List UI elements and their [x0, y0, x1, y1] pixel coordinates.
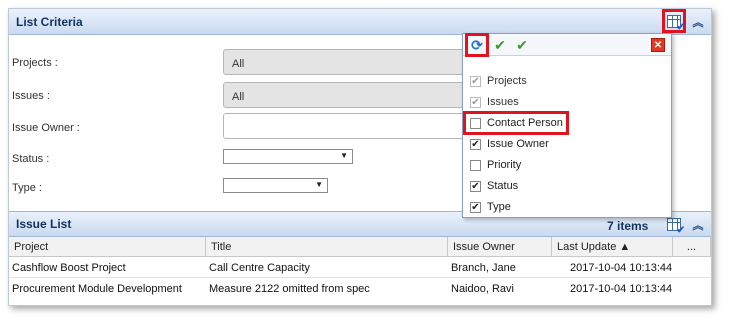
row-divider: [9, 277, 711, 278]
option-type[interactable]: ✔ Type: [470, 198, 511, 216]
grid-check-icon: [667, 217, 685, 236]
checkbox-priority[interactable]: [470, 159, 481, 171]
row2-title[interactable]: Measure 2122 omitted from spec: [206, 279, 370, 298]
grid-check-icon: [667, 14, 685, 33]
column-header-title[interactable]: Title: [206, 237, 448, 257]
collapse-icon[interactable]: ︽: [689, 13, 707, 31]
row2-owner[interactable]: Naidoo, Ravi: [448, 279, 514, 298]
issues-label: Issues :: [12, 90, 50, 102]
option-priority[interactable]: Priority: [470, 156, 521, 174]
issues-field[interactable]: All: [223, 82, 473, 108]
row1-project[interactable]: Cashflow Boost Project: [9, 258, 126, 277]
option-issues: ✔ Issues: [470, 96, 519, 108]
projects-field[interactable]: All: [223, 49, 473, 75]
issue-owner-field[interactable]: [223, 113, 473, 139]
issue-owner-label: Issue Owner :: [12, 122, 80, 134]
item-count: 7 items: [607, 219, 649, 233]
checkbox-projects: ✔: [470, 75, 481, 87]
check-all-icon[interactable]: ✔: [513, 36, 531, 54]
status-label: Status :: [12, 153, 50, 165]
column-chooser-popup: ⟳ ✔ ✔ ✕ ✔ Projects ✔ Issues Contact Pers…: [462, 33, 672, 218]
chevron-down-icon: ▼: [340, 151, 348, 160]
check-icon[interactable]: ✔: [491, 36, 509, 54]
row1-updated[interactable]: 2017-10-04 10:13:44: [567, 258, 672, 277]
checkbox-issues: ✔: [470, 96, 481, 108]
row1-title[interactable]: Call Centre Capacity: [206, 258, 310, 277]
checkbox-status[interactable]: ✔: [470, 180, 481, 192]
row2-updated[interactable]: 2017-10-04 10:13:44: [567, 279, 672, 298]
row2-project[interactable]: Procurement Module Development: [9, 279, 182, 298]
status-select[interactable]: ▼: [223, 149, 353, 164]
close-icon[interactable]: ✕: [651, 38, 665, 52]
option-issue-owner[interactable]: ✔ Issue Owner: [470, 135, 549, 153]
checkbox-type[interactable]: ✔: [470, 201, 481, 213]
list-criteria-header: List Criteria ︽: [9, 9, 711, 35]
checkbox-issue-owner[interactable]: ✔: [470, 138, 481, 150]
projects-label: Projects :: [12, 57, 58, 69]
type-label: Type :: [12, 182, 42, 194]
refresh-icon[interactable]: ⟳: [465, 33, 489, 57]
option-contact-person[interactable]: Contact Person: [463, 111, 569, 135]
column-menu-button[interactable]: ...: [673, 237, 711, 257]
option-projects: ✔ Projects: [470, 75, 527, 87]
checkbox-contact-person[interactable]: [470, 117, 481, 129]
popup-toolbar: ⟳ ✔ ✔ ✕: [463, 33, 671, 57]
collapse-icon[interactable]: ︽: [689, 216, 707, 234]
column-header-project[interactable]: Project: [9, 237, 206, 257]
window-frame: List Criteria ︽ Projects : All Issues : …: [8, 8, 712, 306]
column-header-owner[interactable]: Issue Owner: [448, 237, 552, 257]
column-header-last-update[interactable]: Last Update ▲: [552, 237, 673, 257]
issue-list-title: Issue List: [16, 217, 72, 231]
row1-owner[interactable]: Branch, Jane: [448, 258, 516, 277]
chevron-down-icon: ▼: [315, 180, 323, 189]
column-chooser-button[interactable]: [662, 9, 686, 33]
option-status[interactable]: ✔ Status: [470, 177, 518, 195]
type-select[interactable]: ▼: [223, 178, 328, 193]
list-criteria-title: List Criteria: [16, 14, 83, 29]
